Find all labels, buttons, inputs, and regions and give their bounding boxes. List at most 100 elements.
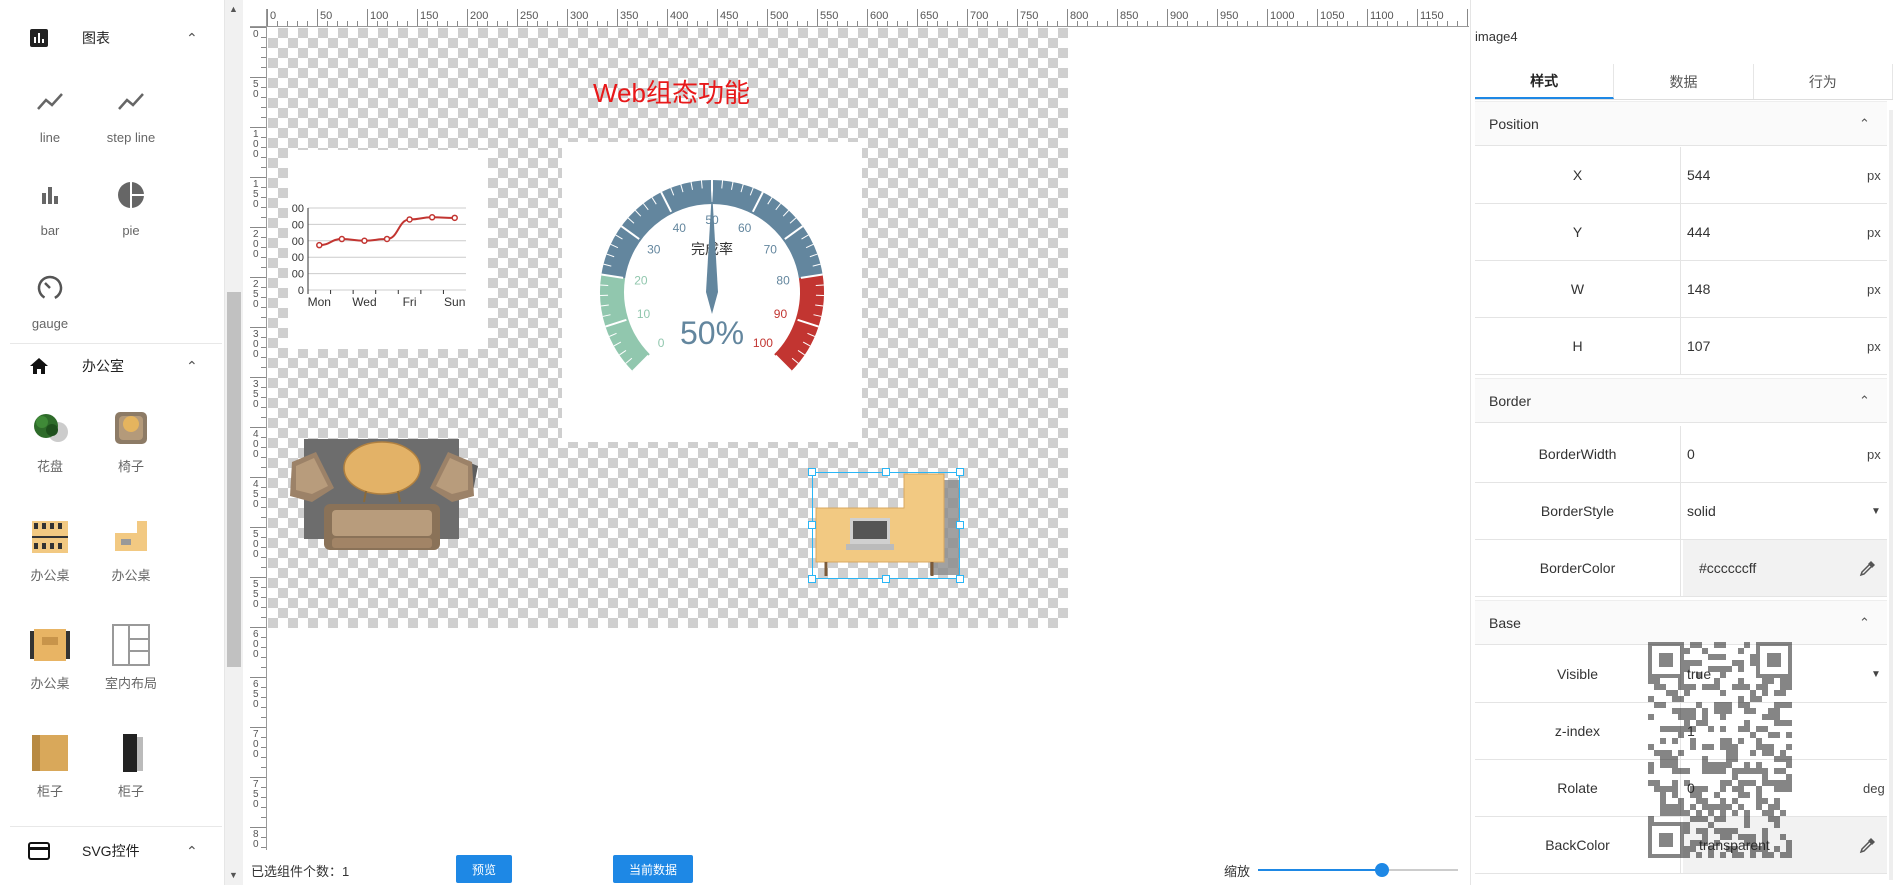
- chevron-up-icon[interactable]: ⌃: [1859, 393, 1870, 409]
- qr-module: [1762, 810, 1768, 816]
- tab-style[interactable]: 样式: [1475, 64, 1615, 99]
- qr-module: [1732, 828, 1738, 834]
- dropdown-arrow-icon[interactable]: ▼: [1871, 483, 1881, 539]
- qr-module: [1714, 816, 1720, 822]
- qr-module: [1678, 804, 1684, 810]
- palette-item-floor-plan[interactable]: 室内布局: [91, 621, 171, 701]
- resize-handle-e[interactable]: [956, 521, 964, 529]
- zoom-label: 缩放: [1224, 864, 1251, 879]
- palette-item-cabinet-1[interactable]: 柜子: [10, 729, 90, 809]
- qr-module: [1768, 852, 1774, 858]
- resize-handle-sw[interactable]: [808, 575, 816, 583]
- zoom-slider[interactable]: [1258, 863, 1458, 877]
- ruler-label: 0: [253, 89, 259, 100]
- resize-handle-se[interactable]: [956, 575, 964, 583]
- gauge-chart-component[interactable]: 0102030405060708090100完成率50%: [562, 142, 862, 442]
- eyedropper-icon[interactable]: [1859, 540, 1877, 596]
- chevron-up-icon[interactable]: ⌃: [1859, 615, 1870, 631]
- chevron-up-icon[interactable]: ⌃: [186, 843, 198, 860]
- qr-module: [1702, 834, 1708, 840]
- palette-item-line[interactable]: line: [10, 78, 90, 158]
- line-chart-component[interactable]: 0 00 00 00 00 00 Mon Wed Fri Sun: [288, 150, 488, 349]
- qr-module: [1780, 852, 1786, 858]
- prop-h-input[interactable]: 107: [1683, 318, 1887, 374]
- scroll-down-arrow-icon[interactable]: ▼: [229, 870, 238, 880]
- resize-handle-n[interactable]: [882, 468, 890, 476]
- qr-module: [1696, 810, 1702, 816]
- resize-handle-ne[interactable]: [956, 468, 964, 476]
- prop-border-color-input[interactable]: #ccccccff: [1683, 540, 1887, 596]
- qr-module: [1666, 786, 1672, 792]
- qr-module: [1660, 792, 1666, 798]
- group-header-border[interactable]: Border ⌃: [1475, 378, 1887, 423]
- gauge-tick: [815, 284, 824, 286]
- prop-y-input[interactable]: 444: [1683, 204, 1887, 260]
- group-header-position[interactable]: Position ⌃: [1475, 101, 1887, 146]
- ruler-label: 350: [620, 10, 638, 22]
- qr-module: [1702, 744, 1708, 750]
- editor-canvas[interactable]: Web组态功能 0 00 00 00 00 00 Mon Wed Fri Sun 0 10 20 30 4…: [268, 28, 1468, 850]
- current-data-button[interactable]: 当前数据: [613, 855, 693, 883]
- dropdown-arrow-icon[interactable]: ▼: [1871, 646, 1881, 702]
- chevron-up-icon[interactable]: ⌃: [186, 30, 198, 47]
- section-header-charts[interactable]: 图表 ⌃: [0, 15, 222, 61]
- palette-item-bar[interactable]: bar: [10, 171, 90, 251]
- scroll-up-arrow-icon[interactable]: ▲: [229, 4, 238, 14]
- tab-data[interactable]: 数据: [1614, 64, 1754, 99]
- qr-module: [1678, 678, 1684, 684]
- group-header-base[interactable]: Base ⌃: [1475, 600, 1887, 645]
- desk-image-selected[interactable]: [808, 468, 964, 583]
- eyedropper-icon[interactable]: [1859, 817, 1877, 873]
- qr-module: [1738, 648, 1744, 654]
- chevron-up-icon[interactable]: ⌃: [186, 358, 198, 375]
- ruler-label: 950: [1220, 10, 1238, 22]
- palette-item-step-line[interactable]: step line: [91, 78, 171, 158]
- palette-item-cabinet-2[interactable]: 柜子: [91, 729, 171, 809]
- palette-item-desk-1[interactable]: 办公桌: [10, 513, 90, 593]
- prop-row-y: Y 444 px: [1475, 204, 1887, 261]
- qr-module: [1648, 780, 1654, 786]
- property-panel-scrollbar[interactable]: [1889, 110, 1893, 880]
- qr-finder-center: [1767, 653, 1781, 667]
- palette-item-desk-2[interactable]: 办公桌: [91, 513, 171, 593]
- qr-module: [1786, 852, 1792, 858]
- tab-behavior[interactable]: 行为: [1754, 64, 1893, 99]
- palette-item-flowerpot[interactable]: 花盘: [10, 404, 90, 484]
- resize-handle-nw[interactable]: [808, 468, 816, 476]
- prop-border-width-input[interactable]: 0: [1683, 426, 1887, 482]
- qr-module: [1732, 846, 1738, 852]
- prop-row-border-width: BorderWidth 0 px: [1475, 426, 1887, 483]
- qr-module: [1786, 774, 1792, 780]
- chevron-up-icon[interactable]: ⌃: [1859, 116, 1870, 132]
- qr-module: [1726, 762, 1732, 768]
- palette-scrollbar[interactable]: ▲ ▼: [225, 0, 243, 885]
- resize-handle-w[interactable]: [808, 521, 816, 529]
- section-header-svg[interactable]: SVG控件 ⌃: [0, 828, 222, 874]
- qr-module: [1714, 642, 1720, 648]
- qr-module: [1720, 642, 1726, 648]
- resize-handle-s[interactable]: [882, 575, 890, 583]
- preview-button[interactable]: 预览: [456, 855, 512, 883]
- qr-module: [1756, 804, 1762, 810]
- prop-border-style-select[interactable]: solid: [1683, 483, 1887, 539]
- palette-item-chair[interactable]: 椅子: [91, 404, 171, 484]
- qr-module: [1690, 786, 1696, 792]
- palette-item-desk-3[interactable]: 办公桌: [10, 621, 90, 701]
- qr-module: [1768, 780, 1774, 786]
- ruler-label: 0: [253, 649, 259, 660]
- canvas-title-text[interactable]: Web组态功能: [593, 73, 750, 110]
- palette-item-gauge[interactable]: gauge: [10, 264, 90, 344]
- canvas-board[interactable]: Web组态功能 0 00 00 00 00 00 Mon Wed Fri Sun 0 10 20 30 4…: [268, 28, 1068, 628]
- prop-x-input[interactable]: 544: [1683, 147, 1887, 203]
- zoom-slider-thumb[interactable]: [1375, 863, 1389, 877]
- y-tick-label: 00: [292, 236, 304, 248]
- qr-module: [1702, 648, 1708, 654]
- qr-module: [1696, 786, 1702, 792]
- prop-w-input[interactable]: 148: [1683, 261, 1887, 317]
- section-header-office[interactable]: 办公室 ⌃: [0, 343, 222, 389]
- sofa-set-image[interactable]: [282, 436, 482, 556]
- palette-item-pie[interactable]: pie: [91, 171, 171, 251]
- qr-module: [1696, 798, 1702, 804]
- qr-module: [1660, 738, 1666, 744]
- scrollbar-thumb[interactable]: [227, 292, 241, 667]
